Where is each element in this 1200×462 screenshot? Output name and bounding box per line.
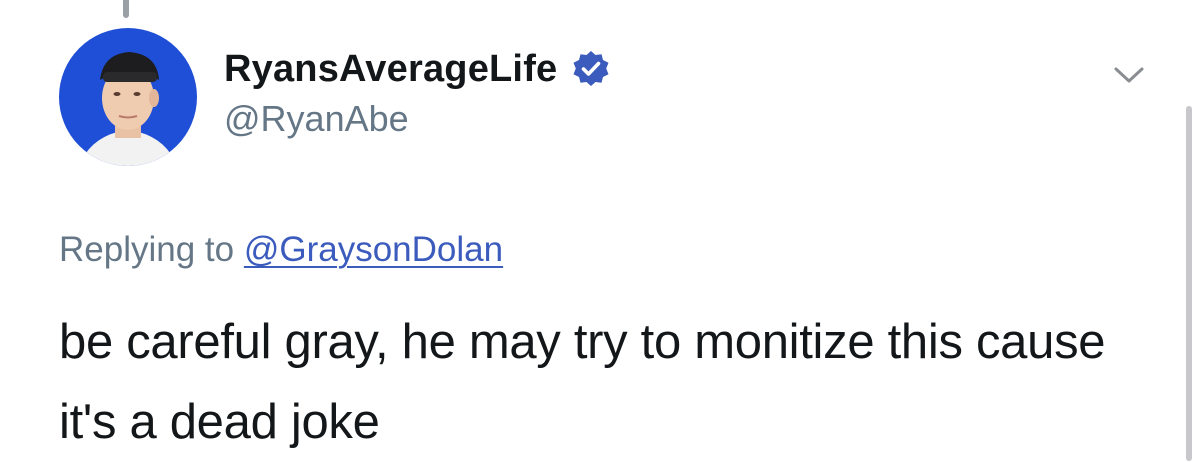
reply-prefix: Replying to [59,230,235,269]
reply-mention-link[interactable]: @GraysonDolan [244,230,503,269]
author-name-row: RyansAverageLife [224,46,611,92]
avatar-image [59,28,197,166]
author-display-name[interactable]: RyansAverageLife [224,46,557,92]
verified-badge-icon [571,49,611,89]
avatar[interactable] [59,28,197,166]
tweet-text: be careful gray, he may try to monitize … [59,315,1106,449]
author-handle[interactable]: @RyanAbe [224,96,409,142]
scrollbar[interactable] [1186,106,1192,461]
chevron-down-icon[interactable] [1110,60,1148,90]
reply-context: Replying to @GraysonDolan [59,226,503,274]
thread-connector-line [123,0,129,18]
